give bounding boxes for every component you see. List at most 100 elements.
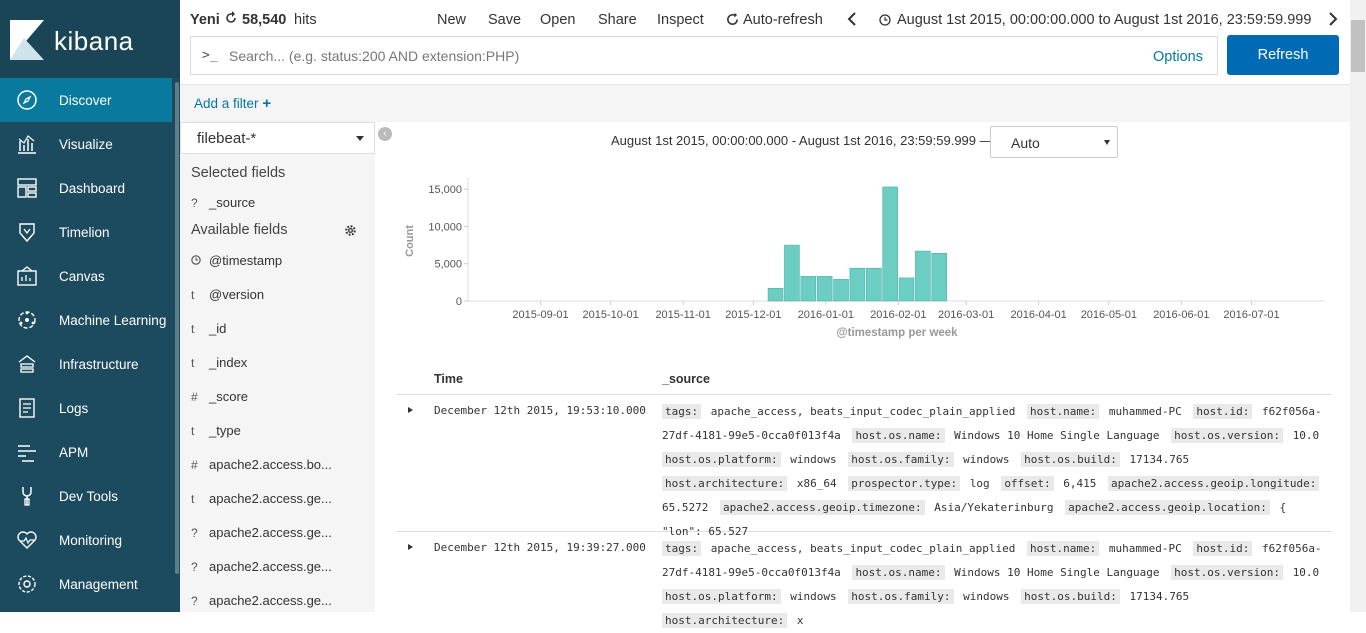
source-field-value: x86_64 [796, 477, 837, 490]
add-filter-label: Add a filter [194, 96, 259, 111]
field-item[interactable]: ? _source [191, 195, 371, 210]
field-item[interactable]: ? apache2.access.ge... [191, 559, 371, 574]
field-item[interactable]: @timestamp [191, 253, 371, 268]
source-field-key: host.id: [1193, 541, 1253, 556]
nav-logs[interactable]: Logs [0, 386, 174, 430]
add-filter-link[interactable]: Add a filter + [194, 95, 271, 112]
field-item[interactable]: ? apache2.access.ge... [191, 525, 371, 540]
source-field-value: Windows 10 Home Single Language [954, 566, 1160, 579]
nav-discover[interactable]: Discover [0, 78, 172, 122]
nav-apm[interactable]: APM [0, 430, 174, 474]
new-button[interactable]: New [437, 12, 466, 28]
histogram-bar [882, 186, 898, 302]
field-type-icon: # [191, 390, 198, 404]
index-pattern-select[interactable]: filebeat-* [180, 122, 375, 154]
page-scrollbar[interactable] [1350, 0, 1366, 612]
auto-refresh-button[interactable]: Auto-refresh [743, 12, 823, 28]
column-time[interactable]: Time [434, 372, 463, 386]
inspect-button[interactable]: Inspect [657, 12, 704, 28]
filter-bar: Add a filter + [180, 84, 1350, 122]
histogram-bar [800, 276, 817, 302]
search-input[interactable] [229, 45, 1129, 67]
nav-dev-tools[interactable]: Dev Tools [0, 474, 174, 518]
refresh-button[interactable]: Refresh [1227, 35, 1339, 75]
nav-canvas[interactable]: Canvas [0, 254, 174, 298]
expand-row-icon[interactable] [408, 544, 413, 550]
kibana-logo[interactable]: kibana [0, 0, 180, 78]
source-field-key: host.os.version: [1171, 565, 1284, 580]
chevron-right-icon[interactable] [1328, 12, 1338, 30]
share-button[interactable]: Share [598, 12, 637, 28]
nav-dashboard[interactable]: Dashboard [0, 166, 174, 210]
field-item[interactable]: # _score [191, 389, 371, 404]
field-item[interactable]: # apache2.access.bo... [191, 457, 371, 472]
source-field-value: x [796, 614, 804, 627]
gear-icon[interactable] [345, 224, 356, 239]
source-field-value: windows [963, 453, 1010, 466]
top-nav: Yeni 58,540 hits New Save Open Share Ins… [180, 0, 1350, 38]
source-field-key: host.name: [1027, 404, 1100, 419]
open-button[interactable]: Open [540, 12, 575, 28]
source-field-value: log [969, 477, 990, 490]
row-time: December 12th 2015, 19:39:27.000 [434, 541, 646, 554]
field-item[interactable]: ? apache2.access.ge... [191, 593, 371, 608]
nav-timelion[interactable]: Timelion [0, 210, 174, 254]
chevron-left-icon[interactable] [847, 12, 857, 30]
source-field-value: 65.5272 [662, 501, 709, 514]
apm-icon [16, 441, 38, 463]
source-field-key: host.os.platform: [662, 452, 781, 467]
clock-icon [879, 14, 891, 30]
scrollbar-thumb[interactable] [1351, 20, 1365, 72]
source-field-key: host.os.build: [1021, 452, 1120, 467]
source-field-value: Asia/Yekaterinburg [934, 501, 1054, 514]
histogram-bar [767, 288, 784, 302]
nav-visualize[interactable]: Visualize [0, 122, 174, 166]
nav-management[interactable]: Management [0, 562, 174, 606]
clock-icon [191, 254, 209, 268]
document-table-header: Time _source [396, 363, 1332, 395]
table-row[interactable]: December 12th 2015, 19:39:27.000 tags: a… [396, 537, 1332, 628]
row-source: tags: apache_access, beats_input_codec_p… [662, 537, 1326, 633]
save-button[interactable]: Save [488, 12, 521, 28]
interval-select[interactable]: Auto [990, 126, 1118, 158]
x-tick-label: 2016-01-01 [798, 309, 854, 321]
source-field-key: apache2.access.geoip.location: [1065, 500, 1270, 515]
field-item[interactable]: t _index [191, 355, 371, 370]
sidebar: kibana Discover Visualize Dashboard Time… [0, 0, 180, 612]
shield-icon [16, 221, 38, 243]
source-field-key: host.os.family: [848, 589, 954, 604]
field-item[interactable]: t _id [191, 321, 371, 336]
chart-x-axis-label: @timestamp per week [836, 327, 958, 339]
reset-icon[interactable] [224, 11, 238, 29]
histogram-bar [931, 252, 948, 302]
index-pattern-value: filebeat-* [197, 130, 257, 147]
query-options-link[interactable]: Options [1153, 49, 1203, 65]
sidebar-scrollbar[interactable] [175, 82, 179, 574]
histogram-bar [865, 267, 882, 302]
chart-icon [16, 133, 38, 155]
source-field-value: 10.0 [1292, 566, 1320, 579]
table-row[interactable]: December 12th 2015, 19:53:10.000 tags: a… [396, 400, 1332, 538]
nav-infrastructure[interactable]: Infrastructure [0, 342, 174, 386]
field-type-icon: ? [191, 594, 198, 608]
field-type-icon: t [191, 424, 195, 438]
source-field-value: 10.0 [1292, 429, 1320, 442]
collapse-sidebar-icon[interactable]: ‹ [378, 127, 392, 141]
nav-monitoring[interactable]: Monitoring [0, 518, 174, 562]
time-range-picker[interactable]: August 1st 2015, 00:00:00.000 to August … [897, 12, 1311, 28]
row-source: tags: apache_access, beats_input_codec_p… [662, 400, 1326, 544]
expand-row-icon[interactable] [408, 407, 413, 413]
field-item[interactable]: t _type [191, 423, 371, 438]
source-field-value: apache_access, beats_input_codec_plain_a… [710, 405, 1016, 418]
field-item[interactable]: t apache2.access.ge... [191, 491, 371, 506]
nav-machine-learning[interactable]: Machine Learning [0, 298, 174, 342]
histogram-bar [898, 277, 915, 302]
source-field-value: windows [790, 453, 837, 466]
x-tick-label: 2016-05-01 [1081, 309, 1137, 321]
caret-down-icon [1104, 140, 1110, 145]
source-field-key: host.os.family: [848, 452, 954, 467]
source-field-key: host.id: [1193, 404, 1253, 419]
field-item[interactable]: t @version [191, 287, 371, 302]
x-tick-label: 2016-06-01 [1153, 309, 1209, 321]
histogram-bar [915, 250, 931, 302]
